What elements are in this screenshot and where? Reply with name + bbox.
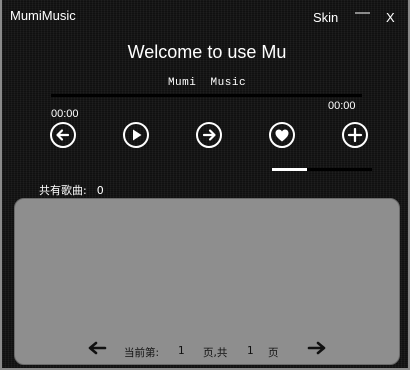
current-time: 00:00 <box>51 108 79 120</box>
total-time: 00:00 <box>328 100 356 112</box>
previous-button[interactable] <box>49 121 77 149</box>
minimize-button[interactable]: — <box>355 4 370 21</box>
plus-circle-icon <box>342 122 368 148</box>
song-count-value: 0 <box>96 184 104 197</box>
pager-middle: 页,共 <box>203 347 228 359</box>
volume-fill <box>272 168 307 171</box>
pager-current-page: 1 <box>178 345 185 357</box>
add-button[interactable] <box>341 121 369 149</box>
arrow-left-circle-icon <box>50 122 76 148</box>
pager-total-pages: 1 <box>247 345 254 357</box>
arrow-left-icon <box>88 341 107 355</box>
welcome-text: Welcome to use Mu <box>127 42 287 62</box>
progress-bar[interactable] <box>51 94 362 97</box>
pager-prefix: 当前第: <box>124 347 160 359</box>
app-window: MumiMusic Skin — X Welcome to use Mu Mum… <box>0 0 410 370</box>
play-circle-icon <box>123 122 149 148</box>
prev-page-button[interactable] <box>86 340 108 358</box>
arrow-right-icon <box>307 341 326 355</box>
next-page-button[interactable] <box>306 340 328 358</box>
play-button[interactable] <box>122 121 150 149</box>
close-button[interactable]: X <box>386 10 395 25</box>
song-title: Mumi Music <box>167 77 247 89</box>
favorite-button[interactable] <box>268 121 296 149</box>
volume-slider[interactable] <box>272 168 372 171</box>
heart-circle-icon <box>269 122 295 148</box>
pager-suffix: 页 <box>268 347 279 359</box>
arrow-right-circle-icon <box>196 122 222 148</box>
pager: 当前第: 1 页,共 1 页 <box>14 340 400 362</box>
next-button[interactable] <box>195 121 223 149</box>
song-count: 共有歌曲: 0 <box>39 182 104 198</box>
skin-button[interactable]: Skin <box>313 10 338 25</box>
app-title: MumiMusic <box>10 8 76 23</box>
song-count-label: 共有歌曲: <box>39 184 87 197</box>
